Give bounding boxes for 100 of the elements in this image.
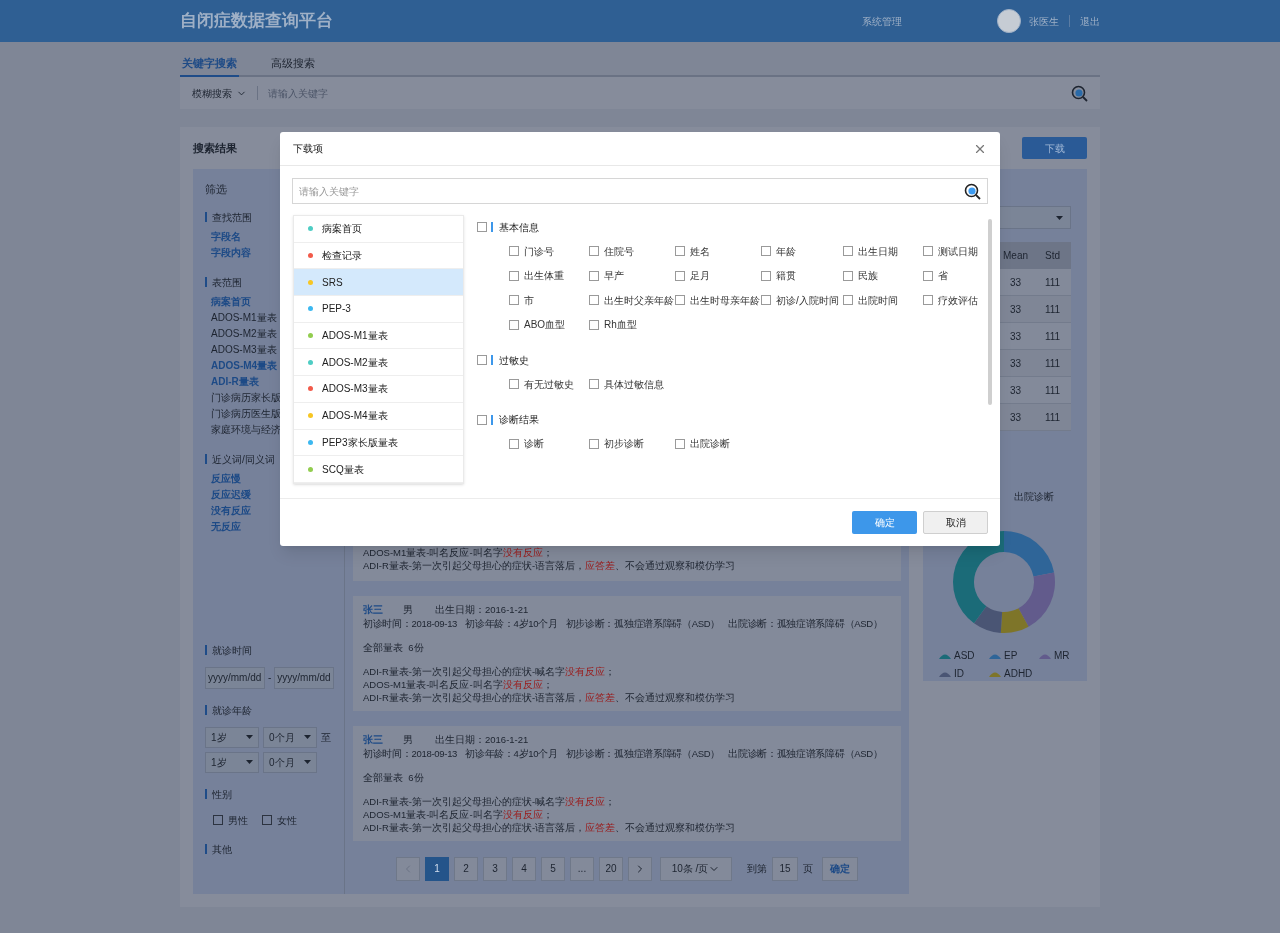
patient-name[interactable]: 张三 bbox=[363, 733, 403, 747]
patient-gender: 男 bbox=[403, 733, 414, 747]
table-cell-text: 111 bbox=[1043, 410, 1062, 425]
page-button[interactable]: 4 bbox=[512, 856, 536, 881]
age-select[interactable]: 1岁 bbox=[205, 751, 259, 773]
table-list-item[interactable]: SRS bbox=[294, 269, 463, 297]
checkbox[interactable] bbox=[675, 295, 685, 306]
date-field[interactable]: yyyy/mm/dd bbox=[205, 666, 265, 689]
confirm-button[interactable]: 确定 bbox=[852, 511, 917, 534]
column-header: Std bbox=[1044, 249, 1061, 263]
date-field[interactable]: yyyy/mm/dd bbox=[274, 666, 335, 689]
search-placeholder: 请输入关键字 bbox=[299, 184, 359, 199]
section-title: 表范围 bbox=[212, 275, 242, 290]
checkbox[interactable] bbox=[761, 270, 771, 281]
table-list-item[interactable]: SCQ量表 bbox=[294, 456, 463, 483]
page-button[interactable]: 20 bbox=[599, 856, 623, 881]
chart-title: 出院诊断 bbox=[1014, 490, 1055, 504]
goto-confirm-button[interactable]: 确定 bbox=[822, 856, 858, 881]
dialog-search-field[interactable]: 请输入关键字 bbox=[292, 178, 988, 204]
page-number-field[interactable]: 15 bbox=[772, 856, 798, 881]
table-list-item[interactable]: ADOS-M2量表 bbox=[294, 349, 463, 377]
table-cell-text: 111 bbox=[1043, 356, 1062, 371]
checkbox[interactable] bbox=[675, 246, 685, 257]
table-list-item[interactable]: 病案首页 bbox=[294, 216, 463, 243]
download-button[interactable]: 下载 bbox=[1022, 137, 1087, 159]
user-name[interactable]: 张医生 bbox=[1029, 13, 1059, 29]
caret-icon bbox=[246, 735, 253, 739]
filter-title: 筛选 bbox=[205, 182, 227, 197]
caret-icon bbox=[304, 760, 311, 764]
group-title: 过敏史 bbox=[499, 353, 529, 368]
match-line: ADOS-M1量表-叫名反应-叫名字没有反应； bbox=[363, 808, 554, 822]
select-field[interactable] bbox=[997, 206, 1071, 229]
search-tab[interactable]: 高级搜索 bbox=[269, 52, 317, 77]
nav-link[interactable]: 系统管理 bbox=[862, 13, 902, 29]
page-button[interactable]: 5 bbox=[541, 856, 565, 881]
checkbox[interactable] bbox=[509, 295, 519, 306]
page-button[interactable]: ... bbox=[570, 856, 594, 881]
checkbox[interactable] bbox=[213, 815, 223, 825]
table-list-item[interactable]: 检查记录 bbox=[294, 242, 463, 270]
caret-icon bbox=[1056, 215, 1063, 220]
option-label: 出生日期 bbox=[858, 244, 898, 259]
search-icon[interactable] bbox=[964, 182, 981, 200]
page-unit-label: 页 bbox=[803, 862, 813, 876]
checkbox[interactable] bbox=[589, 379, 599, 390]
option-label: 有无过敏史 bbox=[524, 377, 574, 392]
age-select[interactable]: 0个月 bbox=[263, 726, 317, 748]
next-page-button[interactable] bbox=[628, 856, 652, 881]
option-label: 初步诊断 bbox=[604, 437, 644, 452]
scrollbar[interactable] bbox=[988, 219, 992, 405]
checkbox[interactable] bbox=[843, 246, 853, 257]
table-list-item[interactable]: ADOS-M1量表 bbox=[294, 322, 463, 350]
checkbox[interactable] bbox=[477, 355, 487, 365]
table-list-item[interactable]: ADOS-M4量表 bbox=[294, 402, 463, 430]
avatar[interactable] bbox=[997, 9, 1021, 33]
age-select[interactable]: 1岁 bbox=[205, 726, 259, 748]
checkbox[interactable] bbox=[477, 414, 487, 425]
table-cell-text: 33 bbox=[1008, 383, 1023, 398]
checkbox[interactable] bbox=[509, 246, 519, 257]
table-list-item[interactable]: PEP-3 bbox=[294, 296, 463, 323]
checkbox[interactable] bbox=[589, 246, 599, 257]
section-title: 其他 bbox=[212, 842, 232, 857]
checkbox[interactable] bbox=[477, 222, 487, 232]
checkbox[interactable] bbox=[675, 438, 685, 449]
checkbox[interactable] bbox=[589, 319, 599, 330]
patient-name[interactable]: 张三 bbox=[363, 603, 403, 617]
page-button[interactable]: 1 bbox=[425, 856, 449, 881]
checkbox[interactable] bbox=[761, 295, 771, 306]
page-button[interactable]: 3 bbox=[483, 856, 507, 881]
checkbox[interactable] bbox=[509, 379, 519, 390]
age-select[interactable]: 0个月 bbox=[263, 751, 317, 773]
checkbox[interactable] bbox=[843, 270, 853, 281]
checkbox[interactable] bbox=[843, 295, 853, 306]
option-label: 初诊/入院时间 bbox=[776, 293, 839, 308]
option-label: 年龄 bbox=[776, 244, 796, 259]
logout-link[interactable]: 退出 bbox=[1080, 13, 1100, 29]
page-button[interactable]: 2 bbox=[454, 856, 478, 881]
checkbox[interactable] bbox=[589, 295, 599, 306]
checkbox[interactable] bbox=[589, 438, 599, 449]
checkbox[interactable] bbox=[923, 295, 933, 306]
checkbox[interactable] bbox=[761, 246, 771, 257]
cancel-button[interactable]: 取消 bbox=[923, 511, 988, 534]
search-mode-select[interactable]: 模糊搜索 bbox=[192, 85, 247, 101]
checkbox[interactable] bbox=[589, 270, 599, 281]
option-label: 测试日期 bbox=[938, 244, 978, 259]
checkbox[interactable] bbox=[675, 270, 685, 281]
checkbox[interactable] bbox=[923, 270, 933, 281]
legend-label: ASD bbox=[954, 649, 975, 663]
group-title: 基本信息 bbox=[499, 220, 539, 235]
option-label: 出院诊断 bbox=[690, 437, 730, 452]
checkbox[interactable] bbox=[509, 270, 519, 281]
page-size-select[interactable]: 10条 /页 bbox=[660, 856, 732, 881]
checkbox[interactable] bbox=[509, 438, 519, 449]
record-detail: 初步诊断：孤独症谱系障碍（ASD） bbox=[565, 747, 721, 761]
table-cell-text: 111 bbox=[1043, 383, 1062, 398]
checkbox[interactable] bbox=[923, 246, 933, 257]
option-label: 出生时父亲年龄 bbox=[604, 293, 674, 308]
table-list-item[interactable]: PEP3家长版量表 bbox=[294, 429, 463, 457]
checkbox[interactable] bbox=[262, 815, 272, 825]
table-list-item[interactable]: ADOS-M3量表 bbox=[294, 376, 463, 403]
checkbox[interactable] bbox=[509, 319, 519, 330]
